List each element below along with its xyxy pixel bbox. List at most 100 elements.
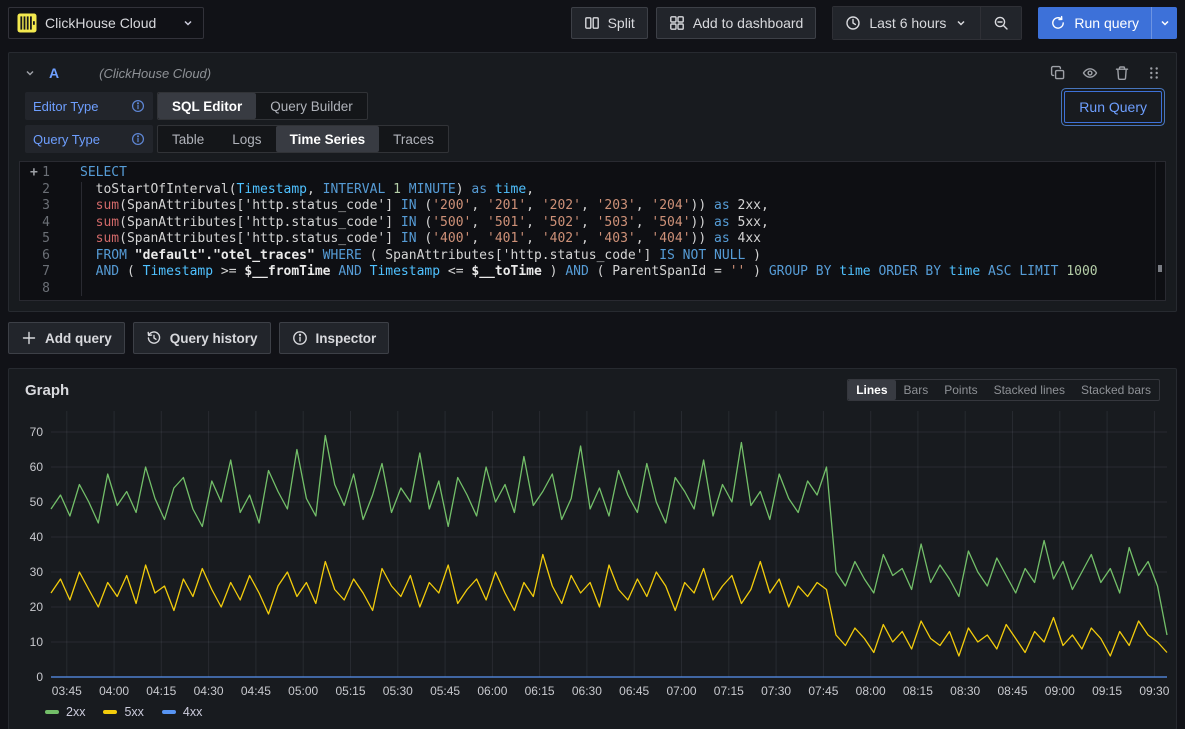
time-range-button[interactable]: Last 6 hours bbox=[833, 7, 980, 39]
query-type-option-logs[interactable]: Logs bbox=[218, 126, 275, 152]
split-icon bbox=[584, 15, 600, 31]
chart-area: 01020304050607003:4504:0004:1504:3004:45… bbox=[17, 407, 1168, 703]
svg-text:50: 50 bbox=[30, 495, 44, 509]
add-to-dashboard-label: Add to dashboard bbox=[693, 15, 804, 31]
query-ref-id[interactable]: A bbox=[49, 65, 59, 81]
toggle-query-visibility-icon[interactable] bbox=[1082, 65, 1098, 81]
svg-text:07:45: 07:45 bbox=[808, 684, 838, 698]
legend-label: 5xx bbox=[124, 705, 143, 719]
run-query-editor-button[interactable]: Run Query bbox=[1064, 91, 1162, 123]
legend-item-5xx[interactable]: 5xx bbox=[103, 705, 143, 719]
plus-icon bbox=[21, 330, 37, 346]
svg-text:06:30: 06:30 bbox=[572, 684, 602, 698]
graph-mode-option-bars[interactable]: Bars bbox=[896, 380, 937, 400]
chevron-down-icon bbox=[181, 16, 195, 30]
explore-page: ClickHouse Cloud Split Add to dashboard … bbox=[0, 0, 1185, 729]
svg-text:05:45: 05:45 bbox=[430, 684, 460, 698]
svg-text:07:15: 07:15 bbox=[714, 684, 744, 698]
legend-label: 2xx bbox=[66, 705, 85, 719]
info-icon[interactable] bbox=[131, 99, 145, 113]
query-history-label: Query history bbox=[170, 331, 258, 346]
legend-item-2xx[interactable]: 2xx bbox=[45, 705, 85, 719]
delete-query-icon[interactable] bbox=[1114, 65, 1130, 81]
svg-text:06:00: 06:00 bbox=[477, 684, 507, 698]
line-number: 5 bbox=[20, 231, 64, 248]
query-type-option-traces[interactable]: Traces bbox=[379, 126, 448, 152]
zoom-out-button[interactable] bbox=[981, 7, 1021, 39]
code-line[interactable]: 4 sum(SpanAttributes['http.status_code']… bbox=[20, 215, 1165, 232]
graph-mode-option-points[interactable]: Points bbox=[936, 380, 985, 400]
code-text: SELECT bbox=[64, 165, 127, 182]
graph-mode-option-stacked-bars[interactable]: Stacked bars bbox=[1073, 380, 1159, 400]
info-icon[interactable] bbox=[131, 132, 145, 146]
code-line[interactable]: 2 toStartOfInterval(Timestamp, INTERVAL … bbox=[20, 182, 1165, 199]
graph-panel: Graph LinesBarsPointsStacked linesStacke… bbox=[8, 368, 1177, 729]
editor-type-field-label: Editor Type bbox=[25, 92, 153, 120]
editor-type-option-query-builder[interactable]: Query Builder bbox=[256, 93, 367, 119]
run-query-button[interactable]: Run query bbox=[1038, 7, 1151, 39]
code-line[interactable]: 3 sum(SpanAttributes['http.status_code']… bbox=[20, 198, 1165, 215]
split-button[interactable]: Split bbox=[571, 7, 648, 39]
line-number: 1+ bbox=[20, 165, 64, 182]
query-type-option-table[interactable]: Table bbox=[158, 126, 218, 152]
code-line[interactable]: 1+SELECT bbox=[20, 165, 1165, 182]
split-button-label: Split bbox=[608, 15, 635, 31]
collapse-query-icon[interactable] bbox=[23, 66, 37, 80]
sql-code-editor[interactable]: 1+SELECT2 toStartOfInterval(Timestamp, I… bbox=[19, 161, 1166, 301]
query-datasource-hint: (ClickHouse Cloud) bbox=[99, 66, 211, 81]
datasource-name: ClickHouse Cloud bbox=[45, 15, 173, 31]
query-type-label: Query Type bbox=[33, 132, 100, 147]
query-type-row: Query Type TableLogsTime SeriesTraces bbox=[25, 125, 1166, 153]
svg-text:04:15: 04:15 bbox=[146, 684, 176, 698]
query-history-button[interactable]: Query history bbox=[133, 322, 271, 354]
chevron-down-icon bbox=[1158, 16, 1172, 30]
svg-text:06:15: 06:15 bbox=[525, 684, 555, 698]
legend-item-4xx[interactable]: 4xx bbox=[162, 705, 202, 719]
code-line[interactable]: 7 AND ( Timestamp >= $__fromTime AND Tim… bbox=[20, 264, 1165, 281]
svg-text:07:00: 07:00 bbox=[666, 684, 696, 698]
svg-text:60: 60 bbox=[30, 460, 44, 474]
add-query-button[interactable]: Add query bbox=[8, 322, 125, 354]
timeseries-chart[interactable]: 01020304050607003:4504:0004:1504:3004:45… bbox=[17, 407, 1170, 703]
svg-text:10: 10 bbox=[30, 635, 44, 649]
svg-text:05:30: 05:30 bbox=[383, 684, 413, 698]
run-query-interval-dropdown[interactable] bbox=[1151, 7, 1177, 39]
query-type-toggle: TableLogsTime SeriesTraces bbox=[157, 125, 449, 153]
svg-text:05:15: 05:15 bbox=[335, 684, 365, 698]
svg-text:08:30: 08:30 bbox=[950, 684, 980, 698]
query-type-field-label: Query Type bbox=[25, 125, 153, 153]
code-line[interactable]: 6 FROM "default"."otel_traces" WHERE ( S… bbox=[20, 248, 1165, 265]
drag-handle-icon[interactable] bbox=[1146, 65, 1162, 81]
graph-panel-header: Graph LinesBarsPointsStacked linesStacke… bbox=[17, 377, 1168, 407]
time-range-label: Last 6 hours bbox=[869, 15, 946, 31]
clock-icon bbox=[845, 15, 861, 31]
code-text: sum(SpanAttributes['http.status_code'] I… bbox=[64, 231, 761, 248]
line-number: 2 bbox=[20, 182, 64, 199]
code-line[interactable]: 8 bbox=[20, 281, 1165, 298]
svg-text:08:15: 08:15 bbox=[903, 684, 933, 698]
add-to-dashboard-button[interactable]: Add to dashboard bbox=[656, 7, 817, 39]
graph-mode-option-stacked-lines[interactable]: Stacked lines bbox=[986, 380, 1073, 400]
add-line-icon[interactable]: + bbox=[30, 165, 38, 182]
graph-mode-option-lines[interactable]: Lines bbox=[848, 380, 895, 400]
svg-text:04:00: 04:00 bbox=[99, 684, 129, 698]
inspector-button[interactable]: Inspector bbox=[279, 322, 390, 354]
legend-swatch bbox=[103, 710, 117, 714]
code-line[interactable]: 5 sum(SpanAttributes['http.status_code']… bbox=[20, 231, 1165, 248]
editor-type-option-sql-editor[interactable]: SQL Editor bbox=[158, 93, 256, 119]
editor-type-toggle: SQL EditorQuery Builder bbox=[157, 92, 368, 120]
explore-toolbar: ClickHouse Cloud Split Add to dashboard … bbox=[0, 0, 1185, 46]
duplicate-query-icon[interactable] bbox=[1050, 65, 1066, 81]
legend-swatch bbox=[162, 710, 176, 714]
svg-text:03:45: 03:45 bbox=[52, 684, 82, 698]
svg-text:08:45: 08:45 bbox=[997, 684, 1027, 698]
svg-text:70: 70 bbox=[30, 425, 44, 439]
datasource-picker[interactable]: ClickHouse Cloud bbox=[8, 7, 204, 39]
svg-text:04:45: 04:45 bbox=[241, 684, 271, 698]
query-type-option-time-series[interactable]: Time Series bbox=[276, 126, 380, 152]
add-query-label: Add query bbox=[45, 331, 112, 346]
query-editor-panel: A (ClickHouse Cloud) Editor Type SQL Edi… bbox=[8, 52, 1177, 312]
indent-guide bbox=[81, 182, 82, 296]
code-text: toStartOfInterval(Timestamp, INTERVAL 1 … bbox=[64, 182, 534, 199]
code-text: sum(SpanAttributes['http.status_code'] I… bbox=[64, 215, 769, 232]
